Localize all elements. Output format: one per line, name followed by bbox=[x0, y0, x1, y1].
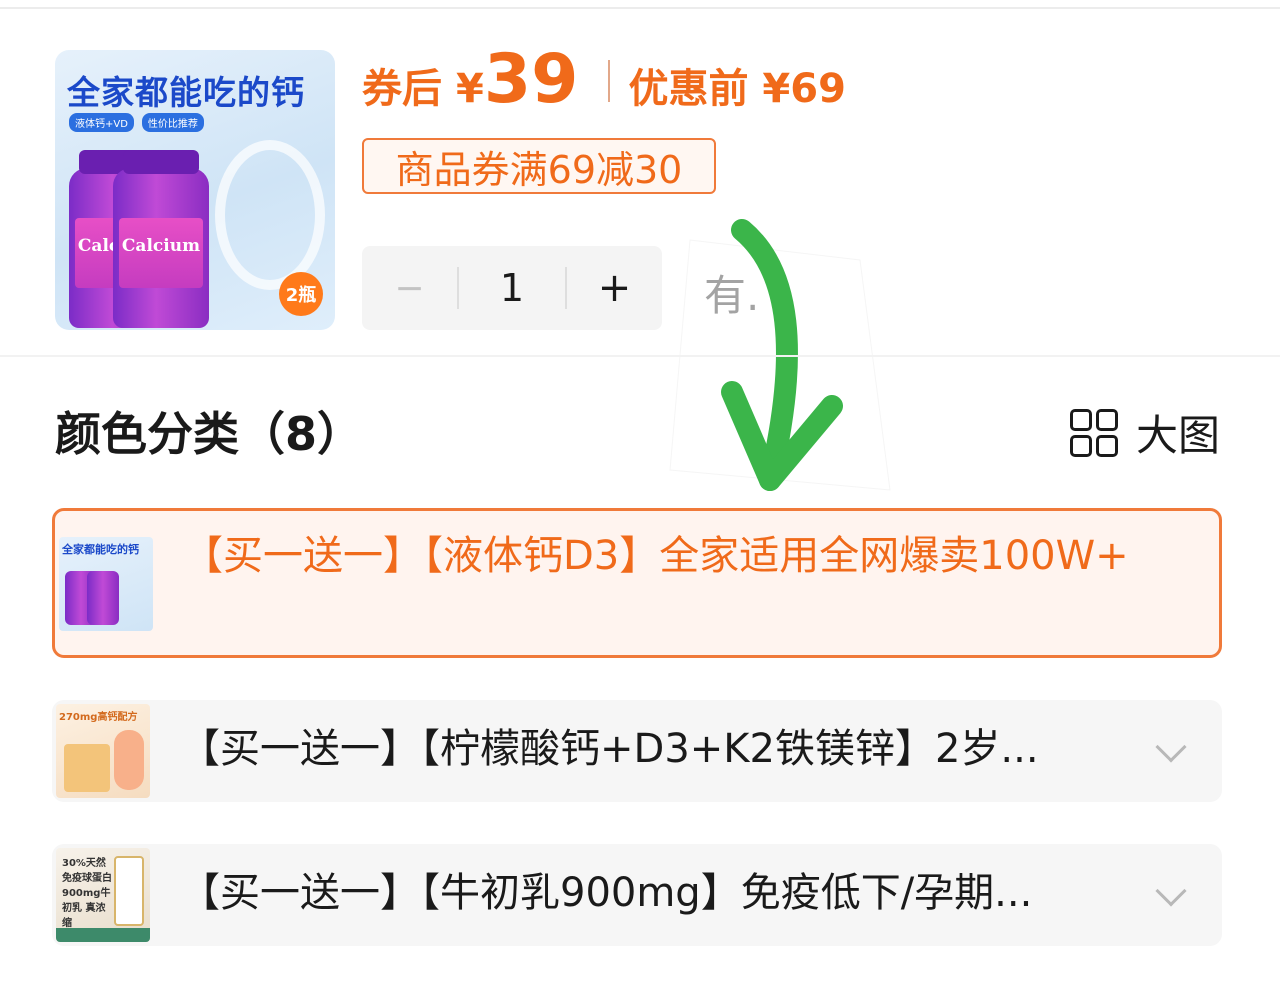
view-toggle-label: 大图 bbox=[1136, 411, 1221, 460]
quantity-badge: 2瓶 bbox=[279, 272, 323, 316]
grid-icon bbox=[1070, 408, 1118, 457]
top-divider bbox=[0, 7, 1280, 9]
bottle-label: Calcium bbox=[121, 236, 201, 256]
variant-label: 【买一送一】【液体钙D3】全家适用全网爆卖100W+ bbox=[183, 533, 1129, 579]
variant-thumbnail-text: 270mg高钙配方 bbox=[59, 712, 138, 723]
variant-label: 【买一送一】【柠檬酸钙+D3+K2铁镁锌】2岁... bbox=[180, 726, 1039, 772]
package-graphic bbox=[64, 744, 110, 792]
variant-thumbnail: 30%天然免疫球蛋白 900mg牛初乳 真浓缩 bbox=[56, 848, 150, 942]
bottle-graphic: Calcium bbox=[113, 150, 209, 328]
chevron-down-icon[interactable] bbox=[1155, 731, 1187, 763]
bottle-graphic bbox=[87, 571, 119, 625]
variant-label: 【买一送一】【牛初乳900mg】免疫低下/孕期... bbox=[180, 870, 1033, 916]
quantity-value[interactable]: 1 bbox=[459, 266, 565, 310]
price-separator bbox=[608, 60, 611, 102]
coupon-badge[interactable]: 商品券满69减30 bbox=[362, 138, 716, 194]
decorative-swirl bbox=[215, 140, 325, 290]
after-coupon-label: 券后 bbox=[362, 66, 442, 112]
product-image-tags: 液体钙+VD 性价比推荐 bbox=[69, 113, 204, 132]
original-price: 优惠前 ¥69 bbox=[628, 66, 846, 112]
quantity-stepper: − 1 + bbox=[362, 246, 662, 330]
price-row: 券后 ¥ 39 优惠前 ¥69 bbox=[362, 40, 846, 119]
section-divider bbox=[0, 355, 1280, 357]
variant-thumbnail-text: 全家都能吃的钙 bbox=[62, 543, 139, 556]
product-image-tag: 液体钙+VD bbox=[69, 113, 134, 132]
variant-option-selected[interactable]: 全家都能吃的钙 【买一送一】【液体钙D3】全家适用全网爆卖100W+ bbox=[52, 508, 1222, 658]
variant-thumbnail: 270mg高钙配方 bbox=[56, 704, 150, 798]
annotation-arrow-icon bbox=[669, 219, 891, 491]
large-image-view-toggle[interactable]: 大图 bbox=[1070, 402, 1220, 463]
product-image-title: 全家都能吃的钙 bbox=[67, 73, 305, 112]
variant-option[interactable]: 270mg高钙配方 【买一送一】【柠檬酸钙+D3+K2铁镁锌】2岁... bbox=[52, 700, 1222, 802]
child-graphic bbox=[114, 730, 144, 790]
bottle-graphic bbox=[114, 856, 144, 926]
chevron-down-icon[interactable] bbox=[1155, 875, 1187, 907]
product-image-tag: 性价比推荐 bbox=[141, 113, 204, 132]
after-coupon-price: 39 bbox=[483, 40, 579, 119]
variant-thumbnail: 全家都能吃的钙 bbox=[59, 537, 153, 631]
increment-button[interactable]: + bbox=[567, 265, 662, 311]
variant-option[interactable]: 30%天然免疫球蛋白 900mg牛初乳 真浓缩 【买一送一】【牛初乳900mg】… bbox=[52, 844, 1222, 946]
variant-section-title: 颜色分类（8） bbox=[55, 407, 364, 461]
currency-symbol: ¥ bbox=[456, 66, 484, 112]
decrement-button[interactable]: − bbox=[362, 268, 457, 309]
thumbnail-strip bbox=[56, 928, 150, 942]
variant-thumbnail-text: 30%天然免疫球蛋白 900mg牛初乳 真浓缩 bbox=[62, 858, 112, 929]
product-image[interactable]: 全家都能吃的钙 液体钙+VD 性价比推荐 Calcium Calcium 2瓶 bbox=[55, 50, 335, 330]
